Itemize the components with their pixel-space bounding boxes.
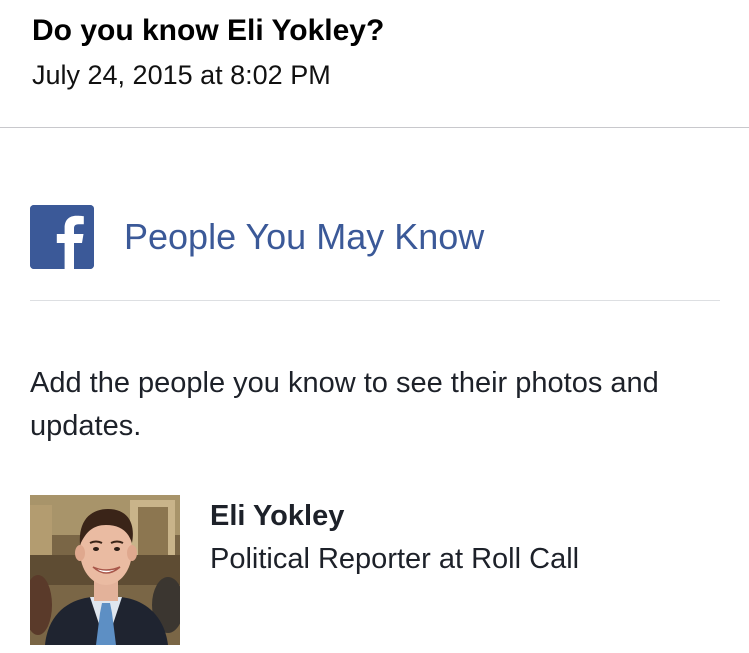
- intro-text: Add the people you know to see their pho…: [30, 367, 659, 442]
- person-title: Political Reporter at Roll Call: [210, 543, 580, 575]
- facebook-logo-icon[interactable]: [30, 205, 94, 269]
- people-you-may-know-title[interactable]: People You May Know: [124, 216, 484, 258]
- email-date: July 24, 2015 at 8:02 PM: [32, 60, 331, 90]
- section-divider: [30, 300, 720, 301]
- person-name[interactable]: Eli Yokley: [210, 500, 344, 533]
- avatar[interactable]: [30, 495, 180, 645]
- email-header: Do you know Eli Yokley? July 24, 2015 at…: [0, 0, 749, 128]
- email-subject: Do you know Eli Yokley?: [32, 14, 385, 47]
